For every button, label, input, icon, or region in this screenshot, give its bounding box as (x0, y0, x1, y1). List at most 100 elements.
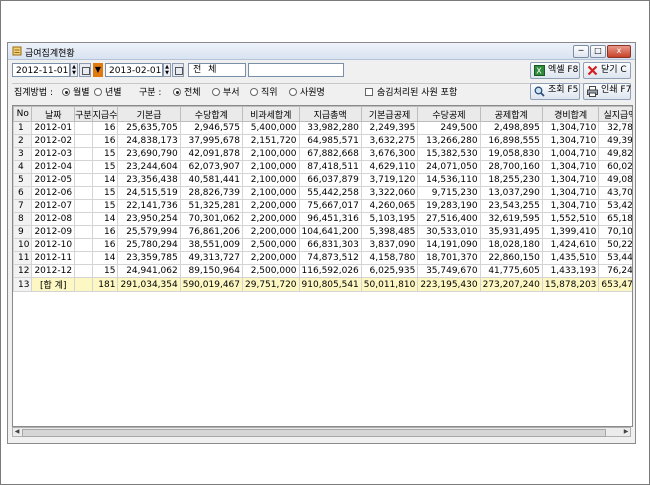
table-cell: 2,200,000 (242, 225, 300, 239)
print-button-label: 인쇄 F7 (601, 85, 632, 95)
table-cell: 2,200,000 (242, 199, 300, 213)
table-row[interactable]: 10 2012-10 16 25,780,294 38,551,009 2,500,000… (13, 238, 632, 252)
column-header[interactable]: 날짜 (31, 106, 76, 122)
search-button[interactable]: 조회 F5 (530, 83, 580, 100)
radio-employee[interactable] (289, 88, 297, 96)
table-cell: 14,536,110 (417, 173, 481, 187)
column-header[interactable]: 구분 (74, 106, 93, 122)
table-cell: 273,207,240 (479, 277, 543, 292)
table-cell: 23,244,604 (117, 160, 181, 174)
table-cell: 16 (91, 134, 119, 148)
table-cell: 249,500 (417, 121, 481, 135)
maximize-button[interactable]: □ (590, 45, 606, 58)
excel-button[interactable]: X 엑셀 F8 (530, 62, 580, 79)
radio-monthly[interactable] (62, 88, 70, 96)
table-cell: 89,150,964 (179, 264, 244, 278)
column-header[interactable]: 수당합계 (179, 106, 244, 122)
search-text-input[interactable] (248, 63, 344, 77)
table-cell: 49,828 (598, 147, 632, 161)
table-cell (74, 160, 93, 174)
table-cell: 13,037,290 (479, 186, 543, 200)
radio-dept[interactable] (212, 88, 220, 96)
radio-all[interactable] (173, 88, 181, 96)
table-row[interactable]: 7 2012-07 15 22,141,736 51,325,281 2,200,000 7… (13, 199, 632, 213)
window-close-button[interactable]: x (607, 45, 631, 58)
table-cell: 2,151,720 (242, 134, 300, 148)
start-date-input[interactable]: 2012-11-01 (12, 63, 70, 77)
table-cell (74, 199, 93, 213)
column-header[interactable]: 실지급액 (598, 106, 632, 122)
table-row[interactable]: 11 2012-11 14 23,359,785 49,313,727 2,200,000… (13, 251, 632, 265)
table-row[interactable]: 4 2012-04 15 23,244,604 62,073,907 2,100,000 8… (13, 160, 632, 174)
table-cell: 28,700,160 (479, 160, 543, 174)
radio-yearly[interactable] (94, 88, 102, 96)
radio-position-label: 직위 (261, 88, 278, 98)
table-cell: 60,023 (598, 160, 632, 174)
include-hidden-checkbox[interactable] (365, 88, 373, 96)
end-date-input[interactable]: 2013-02-01 (105, 63, 163, 77)
table-cell: 15 (91, 264, 119, 278)
start-date-spinner[interactable]: ▲ ▼ (70, 63, 78, 77)
table-cell: 51,325,281 (179, 199, 244, 213)
table-cell: 87,418,511 (298, 160, 362, 174)
table-row[interactable]: 12 2012-12 15 24,941,062 89,150,964 2,500,000… (13, 264, 632, 278)
row-number: 2 (13, 134, 33, 148)
column-header[interactable]: 기본급 (117, 106, 181, 122)
column-header[interactable]: 경비합계 (541, 106, 600, 122)
table-cell: 41,775,605 (479, 264, 543, 278)
table-cell (74, 251, 93, 265)
table-row[interactable]: 8 2012-08 14 23,950,254 70,301,062 2,200,000 9… (13, 212, 632, 226)
table-cell: 2012-09 (31, 225, 76, 239)
search-icon (534, 86, 545, 97)
row-number: 4 (13, 160, 33, 174)
scroll-right-icon[interactable]: ▶ (622, 428, 630, 436)
summary-grid[interactable]: No 날짜 구분 지급수 기본급 수당합계 비과세합계 지급총액 기본급공제 수당공제 공제합계 경비… (12, 105, 633, 427)
table-cell: 5,398,485 (360, 225, 419, 239)
scroll-thumb[interactable] (22, 429, 606, 437)
scroll-left-icon[interactable]: ◀ (13, 428, 21, 436)
start-calendar-icon[interactable] (79, 63, 91, 77)
close-button[interactable]: 닫기 C (583, 62, 631, 79)
total-row[interactable]: 13 [합 계] 181 291,034,354 590,019,467 29,751,7… (13, 277, 632, 292)
table-cell: 70,109 (598, 225, 632, 239)
dept-select[interactable]: 전 체 (188, 63, 246, 77)
table-cell: 16,898,555 (479, 134, 543, 148)
table-cell: 4,629,110 (360, 160, 419, 174)
radio-all-label: 전체 (184, 88, 201, 98)
table-cell (74, 212, 93, 226)
table-cell: 18,028,180 (479, 238, 543, 252)
column-header[interactable]: 지급총액 (298, 106, 362, 122)
radio-position[interactable] (250, 88, 258, 96)
table-row[interactable]: 2 2012-02 16 24,838,173 37,995,678 2,151,720 6… (13, 134, 632, 148)
column-header[interactable]: 비과세합계 (242, 106, 300, 122)
table-row[interactable]: 3 2012-03 15 23,690,790 42,091,878 2,100,000 6… (13, 147, 632, 161)
table-row[interactable]: 9 2012-09 16 25,579,994 76,861,206 2,200,000 1… (13, 225, 632, 239)
table-cell: 28,826,739 (179, 186, 244, 200)
column-header[interactable]: 기본급공제 (360, 106, 419, 122)
column-header[interactable]: 수당공제 (417, 106, 481, 122)
column-header[interactable]: 지급수 (91, 106, 119, 122)
horizontal-scrollbar[interactable]: ◀ ▶ (12, 427, 631, 437)
radio-yearly-label: 년별 (105, 88, 122, 98)
table-row[interactable]: 6 2012-06 15 24,515,519 28,826,739 2,100,000 5… (13, 186, 632, 200)
print-button[interactable]: 인쇄 F7 (583, 83, 631, 100)
table-row[interactable]: 1 2012-01 16 25,635,705 2,946,575 5,400,000 33… (13, 121, 632, 135)
table-cell: 3,676,300 (360, 147, 419, 161)
table-row[interactable]: 5 2012-05 14 23,356,438 40,581,441 2,100,000 6… (13, 173, 632, 187)
end-date-spinner[interactable]: ▲ ▼ (163, 63, 171, 77)
table-cell: 75,667,017 (298, 199, 362, 213)
table-cell: 910,805,541 (298, 277, 362, 292)
end-calendar-icon[interactable] (172, 63, 184, 77)
table-cell: 19,283,190 (417, 199, 481, 213)
filter-toolbar: 2012-11-01 ▲ ▼ ▼ 2013-02-01 ▲ ▼ 전 체 X 엑셀 F… (12, 62, 632, 81)
column-header[interactable]: No (13, 106, 33, 122)
column-header[interactable]: 공제합계 (479, 106, 543, 122)
table-cell: 35,749,670 (417, 264, 481, 278)
table-cell (74, 134, 93, 148)
table-cell: 29,751,720 (242, 277, 300, 292)
table-cell (74, 186, 93, 200)
app-icon (12, 46, 22, 56)
table-cell: 2,100,000 (242, 160, 300, 174)
minimize-button[interactable]: ─ (573, 45, 589, 58)
table-cell: 25,635,705 (117, 121, 181, 135)
